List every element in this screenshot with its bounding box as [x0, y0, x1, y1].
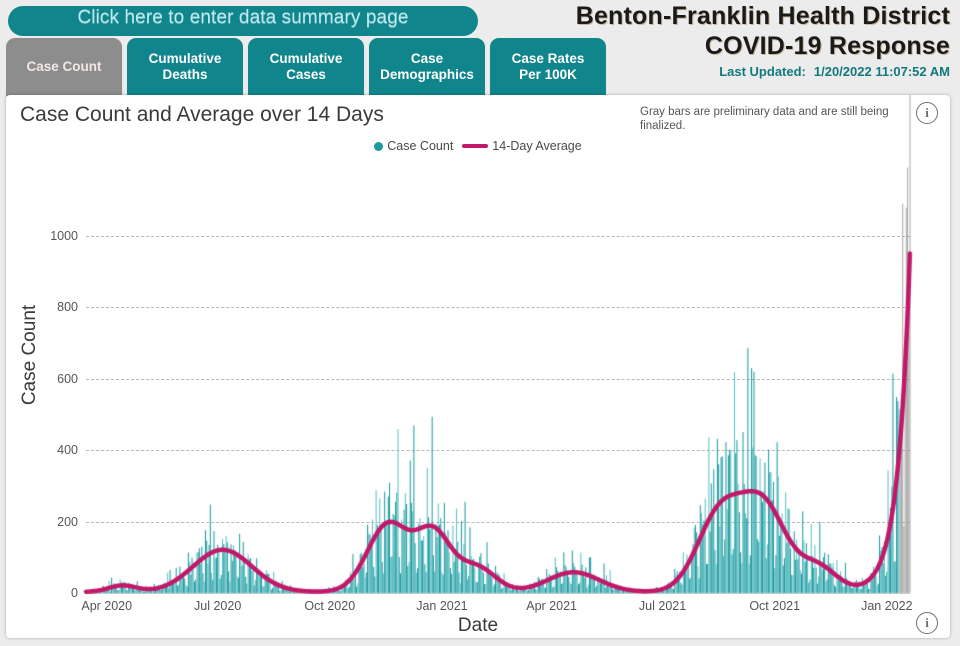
last-updated-label: Last Updated:: [719, 64, 806, 79]
plot-area: Case Count Date 02004006008001000 Apr 20…: [6, 95, 950, 638]
x-tick-label: Jul 2021: [638, 599, 687, 613]
x-tick-label: Oct 2020: [304, 599, 356, 613]
tab-cumulative-deaths[interactable]: Cumulative Deaths: [127, 38, 243, 96]
data-summary-banner-button[interactable]: Click here to enter data summary page: [8, 6, 478, 36]
page-title-line2: COVID-19 Response: [704, 32, 950, 60]
tab-cumulative-cases[interactable]: Cumulative Cases: [248, 38, 364, 96]
x-tick-label: Jul 2020: [194, 599, 242, 613]
x-tick-label: Jan 2022: [861, 599, 913, 613]
tab-label: Cumulative Deaths: [148, 51, 222, 82]
chart-canvas[interactable]: [6, 95, 950, 638]
data-summary-banner-label: Click here to enter data summary page: [77, 7, 409, 28]
x-tick-label: Apr 2021: [526, 599, 577, 613]
page-title-line1: Benton-Franklin Health District: [575, 2, 950, 30]
tab-case-count[interactable]: Case Count: [6, 38, 122, 96]
last-updated-value: 1/20/2022 11:07:52 AM: [813, 64, 950, 79]
chart-card: Case Count and Average over 14 Days Gray…: [6, 95, 950, 638]
x-tick-label: Apr 2020: [81, 599, 133, 613]
dashboard-page: Click here to enter data summary page Ca…: [0, 0, 960, 646]
tab-label: Cumulative Cases: [269, 51, 343, 82]
plot-right-fade: [910, 200, 932, 598]
tab-label: Case Count: [26, 59, 102, 74]
x-tick-label: Jan 2021: [416, 599, 468, 613]
header-title-block: Benton-Franklin Health District COVID-19…: [430, 0, 950, 79]
x-tick-label: Oct 2021: [749, 599, 801, 613]
last-updated: Last Updated: 1/20/2022 11:07:52 AM: [430, 64, 950, 79]
